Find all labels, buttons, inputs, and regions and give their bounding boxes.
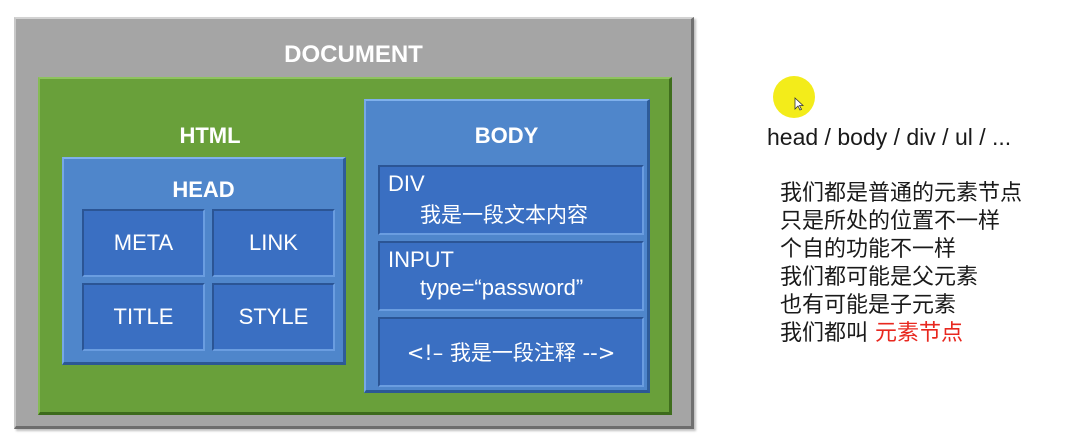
tags-line: head / body / div / ul / ... — [767, 124, 1012, 150]
body-label: BODY — [474, 123, 539, 148]
style-label: STYLE — [238, 304, 309, 329]
note-line: 我们都可能是父元素 — [780, 265, 979, 290]
note-line: 个自的功能不一样 — [780, 237, 957, 262]
note-line: 也有可能是子元素 — [780, 293, 957, 318]
notes-block: 我们都是普通的元素节点 只是所处的位置不一样 个自的功能不一样 我们都可能是父元… — [780, 180, 1022, 348]
input-type-attr: type=“password” — [420, 275, 584, 300]
element-node-highlight: 元素节点 — [875, 321, 964, 346]
div-text-content: 我是一段文本内容 — [420, 203, 588, 227]
note-line: 只是所处的位置不一样 — [780, 209, 1001, 234]
title-node: TITLE — [82, 283, 205, 351]
comment-text: <!– 我是一段注释 --> — [406, 341, 616, 365]
link-node: LINK — [212, 209, 335, 277]
note-line-last: 我们都叫 元素节点 — [780, 320, 1022, 348]
note-line: 我们都是普通的元素节点 — [780, 181, 1023, 206]
input-node: INPUT type=“password” — [378, 241, 644, 311]
html-label: HTML — [179, 123, 241, 148]
style-node: STYLE — [212, 283, 335, 351]
meta-node: META — [82, 209, 205, 277]
mouse-pointer-icon — [794, 97, 804, 111]
meta-label: META — [113, 230, 174, 255]
div-tag-label: DIV — [388, 171, 425, 196]
document-box: DOCUMENT HTML HEAD META LINK TITLE STYLE… — [14, 17, 694, 429]
html-box: HTML HEAD META LINK TITLE STYLE BODY DIV… — [38, 77, 672, 415]
input-tag-label: INPUT — [388, 247, 454, 272]
document-label: DOCUMENT — [284, 41, 423, 68]
note-last-prefix: 我们都叫 — [780, 321, 875, 346]
body-box: BODY DIV 我是一段文本内容 INPUT type=“password” … — [364, 99, 650, 393]
head-label: HEAD — [172, 177, 235, 202]
comment-node: <!– 我是一段注释 --> — [378, 317, 644, 387]
head-box: HEAD META LINK TITLE STYLE — [62, 157, 346, 365]
link-label: LINK — [249, 230, 298, 255]
title-label: TITLE — [113, 304, 174, 329]
div-node: DIV 我是一段文本内容 — [378, 165, 644, 235]
